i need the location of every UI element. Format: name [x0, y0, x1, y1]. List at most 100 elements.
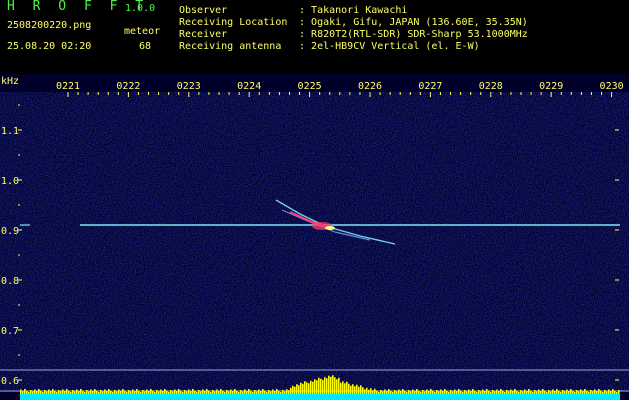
- level-bar: [552, 389, 554, 394]
- level-bar: [376, 390, 378, 394]
- level-bar: [84, 392, 86, 394]
- level-bar: [216, 389, 218, 394]
- level-bar: [188, 389, 190, 394]
- x-tick-label: 0226: [358, 81, 382, 92]
- level-bar: [192, 389, 194, 394]
- level-bar: [212, 390, 214, 394]
- level-bar: [126, 392, 128, 394]
- level-bar: [246, 391, 248, 394]
- level-bar: [230, 389, 232, 394]
- level-bar: [452, 391, 454, 394]
- detection-type: meteor: [124, 26, 161, 37]
- level-bar: [434, 392, 436, 394]
- level-bar: [100, 390, 102, 394]
- level-bar: [242, 391, 244, 394]
- level-bar: [320, 378, 322, 394]
- level-bar: [38, 389, 40, 394]
- level-bar: [368, 389, 370, 394]
- level-bar: [86, 390, 88, 394]
- level-bar: [42, 392, 44, 394]
- y-tick-label: 0.9: [1, 226, 19, 237]
- level-bar: [544, 390, 546, 394]
- detection-count: 68: [139, 41, 152, 52]
- level-bar: [98, 392, 100, 394]
- level-bar: [152, 390, 154, 394]
- x-tick-label: 0225: [298, 81, 322, 92]
- level-bar: [360, 385, 362, 394]
- level-bar: [214, 391, 216, 394]
- level-bar: [488, 390, 490, 394]
- level-bar: [262, 389, 264, 394]
- level-bar: [564, 391, 566, 394]
- level-bar: [310, 380, 312, 394]
- level-bar: [386, 391, 388, 394]
- level-bar: [502, 390, 504, 394]
- level-bar: [66, 389, 68, 394]
- level-bar: [576, 390, 578, 394]
- level-bar: [278, 390, 280, 394]
- level-bar: [438, 391, 440, 394]
- level-bar: [144, 391, 146, 394]
- level-bar: [372, 390, 374, 394]
- level-bar: [300, 382, 302, 394]
- level-bar: [56, 392, 58, 394]
- level-bar: [200, 391, 202, 394]
- level-bar: [534, 390, 536, 394]
- level-bar: [566, 389, 568, 394]
- level-bar: [106, 391, 108, 394]
- level-bar: [306, 382, 308, 394]
- level-bar: [244, 389, 246, 394]
- level-bar: [224, 392, 226, 394]
- x-tick-label: 0228: [479, 81, 503, 92]
- level-bar: [184, 390, 186, 394]
- level-bar: [284, 391, 286, 394]
- level-bar: [478, 390, 480, 394]
- level-bar: [164, 389, 166, 394]
- level-bar: [528, 389, 530, 394]
- level-bar: [34, 389, 36, 394]
- level-bar: [226, 390, 228, 394]
- x-tick-label: 0229: [539, 81, 563, 92]
- level-bar: [380, 390, 382, 394]
- x-tick-label: 0224: [237, 81, 261, 92]
- level-bar: [458, 389, 460, 394]
- level-bar: [358, 386, 360, 394]
- level-bar: [398, 389, 400, 394]
- level-bar: [342, 381, 344, 394]
- level-bar: [20, 389, 22, 394]
- x-tick-label: 0222: [116, 81, 140, 92]
- level-bar: [572, 390, 574, 394]
- level-bar: [568, 391, 570, 394]
- level-bar: [292, 385, 294, 394]
- level-bar: [160, 389, 162, 394]
- level-bar: [422, 390, 424, 394]
- level-bar: [436, 390, 438, 394]
- location-value: Ogaki, Gifu, JAPAN (136.60E, 35.35N): [311, 17, 528, 28]
- level-bar: [474, 390, 476, 394]
- level-bar: [250, 390, 252, 394]
- level-bar: [258, 389, 260, 394]
- level-bar: [362, 387, 364, 394]
- level-bar: [416, 389, 418, 394]
- level-bar: [548, 390, 550, 394]
- level-bar: [542, 389, 544, 394]
- header-panel: H R O F F T 1.0.0 2508200220.png meteor …: [0, 0, 629, 74]
- level-bar: [198, 390, 200, 394]
- level-bar: [468, 389, 470, 394]
- level-bar: [370, 388, 372, 394]
- level-bar: [48, 389, 50, 394]
- level-bar: [44, 390, 46, 394]
- timestamp: 25.08.20 02:20: [7, 41, 92, 52]
- level-bar: [384, 389, 386, 394]
- level-bar: [186, 391, 188, 394]
- level-bar: [176, 391, 178, 394]
- level-bar: [326, 378, 328, 394]
- level-bar: [168, 392, 170, 394]
- spectrogram: kHz 1.1 1.0 0.9 0.8 0.7 0.6 0221 0222 0223 0224 022…: [0, 74, 629, 400]
- level-bar: [96, 390, 98, 394]
- level-bar: [138, 390, 140, 394]
- level-bar: [36, 391, 38, 394]
- observer-value: Takanori Kawachi: [311, 5, 408, 16]
- level-bar: [172, 391, 174, 394]
- level-bar: [496, 389, 498, 394]
